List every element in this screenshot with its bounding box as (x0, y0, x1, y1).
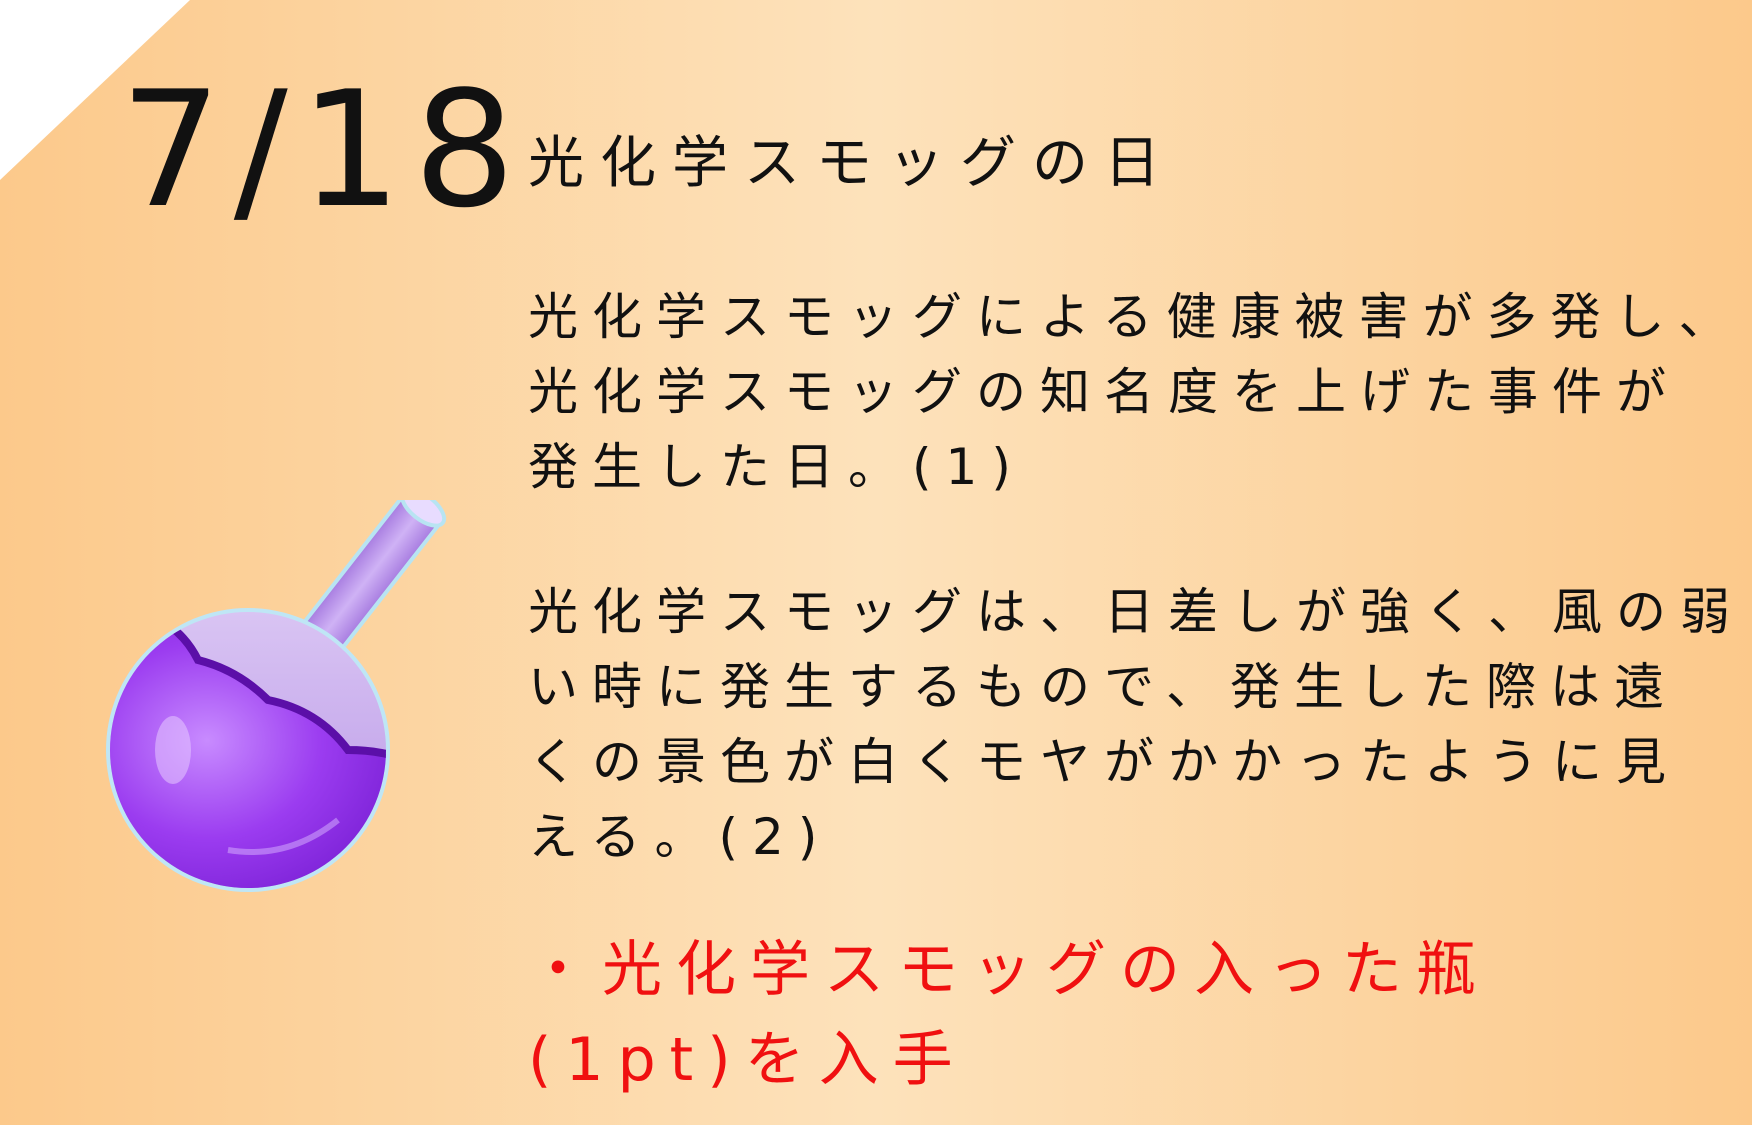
reward-line: (1pt)を入手 (528, 1025, 967, 1095)
description-line: 発生した日。(1) (528, 438, 1025, 496)
date-label: 7/18 (120, 56, 528, 243)
reward-line: ・光化学スモッグの入った瓶 (528, 935, 1490, 1005)
description-line: い時に発生するもので、発生した際は遠 (528, 658, 1678, 716)
description-line: 光化学スモッグの知名度を上げた事件が (528, 363, 1680, 421)
description-line: える。(2) (528, 808, 832, 866)
description-line: 光化学スモッグによる健康被害が多発し、 (528, 288, 1743, 346)
page-title: 光化学スモッグの日 (528, 131, 1176, 196)
description-paragraph-2: 光化学スモッグは、日差しが強く、風の弱 い時に発生するもので、発生した際は遠 く… (528, 575, 1744, 875)
description-line: 光化学スモッグは、日差しが強く、風の弱 (528, 583, 1744, 641)
reward-text: ・光化学スモッグの入った瓶 (1pt)を入手 (528, 925, 1490, 1105)
description-line: くの景色が白くモヤがかかったように見 (528, 733, 1680, 791)
description-paragraph-1: 光化学スモッグによる健康被害が多発し、 光化学スモッグの知名度を上げた事件が 発… (528, 280, 1743, 505)
smog-flask-icon (106, 500, 447, 892)
